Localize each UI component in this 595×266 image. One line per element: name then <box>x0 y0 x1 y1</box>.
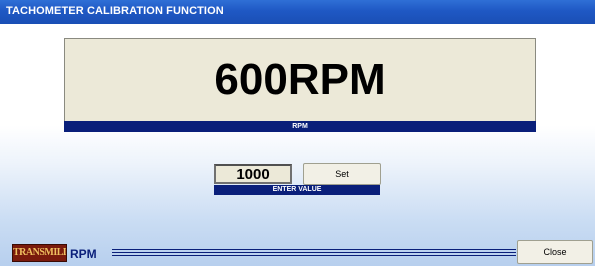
set-button[interactable]: Set <box>303 163 381 185</box>
footer-mode-label: RPM <box>70 247 97 261</box>
close-button[interactable]: Close <box>517 240 593 264</box>
rpm-display-panel: 600RPM <box>64 38 536 122</box>
enter-value-caption: ENTER VALUE <box>214 185 380 195</box>
enter-value-input[interactable] <box>214 164 292 184</box>
window-title: TACHOMETER CALIBRATION FUNCTION <box>6 5 224 17</box>
title-bar: TACHOMETER CALIBRATION FUNCTION <box>0 0 595 24</box>
footer-divider-lines <box>112 249 516 259</box>
rpm-unit-label: RPM <box>64 121 536 132</box>
rpm-readout: 600RPM <box>214 55 386 104</box>
transmille-logo: TRANSMILLE <box>12 244 67 262</box>
